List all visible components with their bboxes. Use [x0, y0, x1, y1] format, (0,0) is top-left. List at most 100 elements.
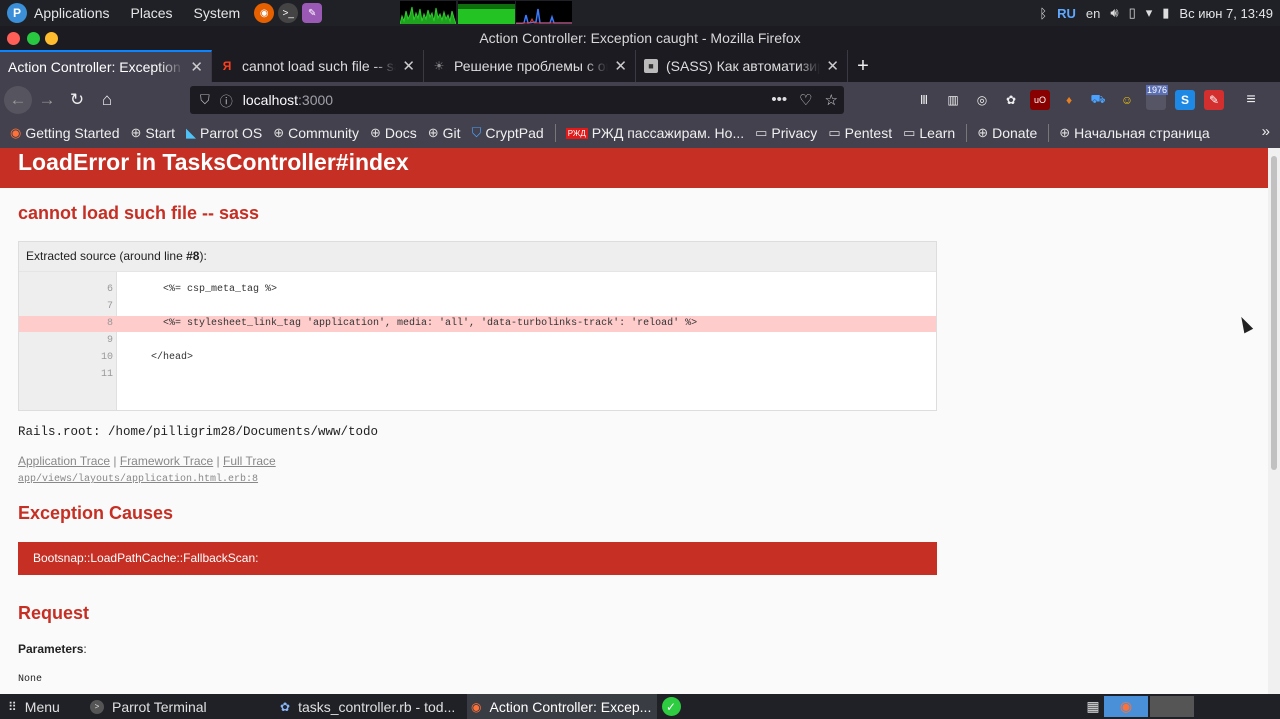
bookmark-rzd[interactable]: РЖД РЖД пассажирам. Но... [565, 125, 744, 141]
bookmark-privacy[interactable]: ▭ Privacy [755, 125, 817, 141]
sidebar-icon[interactable]: ▥ [943, 90, 963, 110]
bookmark-docs[interactable]: ⊕ Docs [370, 125, 417, 141]
bluetooth-icon[interactable]: ᛒ [1039, 6, 1047, 21]
taskbar-item-editor[interactable]: ✿ tasks_controller.rb - tod... [280, 694, 465, 719]
pdf-extension-icon[interactable]: ✎ [1204, 90, 1224, 110]
bookmark-parrot-os[interactable]: ◣ Parrot OS [186, 125, 262, 141]
request-heading: Request [18, 603, 90, 623]
full-trace-link[interactable]: Full Trace [223, 454, 276, 468]
url-bar[interactable]: ⛉ ⓘ localhost:3000 ••• ♡ ☆ [190, 86, 844, 114]
bookmark-git[interactable]: ⊕ Git [428, 125, 461, 141]
close-tab-icon[interactable]: ✕ [826, 57, 839, 75]
globe-icon: ⊕ [273, 125, 285, 140]
keyboard-layout-indicator[interactable]: RU [1057, 6, 1076, 21]
start-menu-button[interactable]: ⠿ Menu [8, 694, 88, 719]
bookmark-start[interactable]: ⊕ Start [131, 125, 175, 141]
tab-problem-solution[interactable]: ☀ Решение проблемы с ошибкой ✕ [424, 50, 636, 82]
counter-extension-icon[interactable]: 1976 [1146, 85, 1169, 110]
workspace-1[interactable]: ◉ [1104, 696, 1148, 717]
maximize-window-icon[interactable] [27, 32, 40, 45]
more-bookmarks-chevron-icon[interactable]: » [1262, 123, 1270, 140]
bookmark-label: Parrot OS [200, 125, 263, 141]
bookmark-label: Getting Started [25, 125, 120, 141]
trace-links: Application Trace | Framework Trace | Fu… [18, 454, 276, 468]
check-status-icon[interactable]: ✓ [660, 696, 682, 717]
page-scrollbar[interactable] [1268, 148, 1280, 694]
extension-face-icon[interactable]: ☺ [1117, 90, 1137, 110]
battery-icon[interactable]: ▮ [1162, 5, 1169, 21]
volume-icon[interactable]: 🔊︎ [1110, 5, 1118, 21]
system-panel: P Applications Places System ◉ >_ ✎ ᛒ RU… [0, 0, 1280, 26]
bookmark-star-icon[interactable]: ☆ [825, 91, 838, 109]
workspace-2[interactable] [1150, 696, 1194, 717]
firefox-launcher-icon[interactable]: ◉ [254, 3, 275, 23]
library-icon[interactable]: Ⅲ [914, 90, 934, 110]
url-text[interactable]: localhost:3000 [243, 92, 333, 108]
source-heading: Extracted source (around line #8): [19, 242, 936, 272]
bookmark-donate[interactable]: ⊕ Donate [977, 125, 1037, 141]
bookmark-getting-started[interactable]: ◉ Getting Started [10, 125, 120, 141]
language-indicator[interactable]: en [1086, 6, 1100, 21]
tab-sass-automation[interactable]: ■ (SASS) Как автоматизировать ✕ [636, 50, 848, 82]
site-favicon-icon: ☀ [433, 59, 445, 73]
workspace-switcher-icon[interactable]: ▦ [1082, 696, 1104, 717]
skype-extension-icon[interactable]: S [1175, 90, 1195, 110]
trace-path-link[interactable]: app/views/layouts/application.html.erb:8 [18, 474, 258, 485]
clock[interactable]: Вс июн 7, 13:49 [1179, 6, 1273, 21]
tab-yandex-search[interactable]: Я cannot load such file -- sass ✕ [212, 50, 424, 82]
extension-fox-icon[interactable]: ♦ [1059, 90, 1079, 110]
scrollbar-thumb[interactable] [1271, 156, 1277, 470]
parameters-label-text: Parameters [18, 642, 84, 656]
bookmark-start-page[interactable]: ⊕ Начальная страница [1059, 125, 1209, 141]
applications-menu[interactable]: Applications [34, 5, 110, 21]
notifications-icon[interactable]: ▯ [1129, 5, 1136, 21]
text-editor-launcher-icon[interactable]: ✎ [302, 3, 323, 23]
cryptpad-icon: ⛉ [471, 125, 482, 140]
exception-causes-heading: Exception Causes [18, 503, 174, 523]
pocket-icon[interactable]: ♡ [799, 91, 812, 109]
bookmark-label: Start [145, 125, 175, 141]
parrot-logo-icon[interactable]: P [7, 3, 27, 23]
reload-button[interactable]: ↻ [62, 85, 92, 115]
bookmark-label: Community [288, 125, 359, 141]
firefox-icon: ◉ [471, 699, 482, 714]
close-tab-icon[interactable]: ✕ [402, 57, 415, 75]
bookmark-learn[interactable]: ▭ Learn [903, 125, 955, 141]
system-menu[interactable]: System [194, 5, 241, 21]
bookmark-cryptpad[interactable]: ⛉ CryptPad [472, 125, 544, 141]
framework-trace-link[interactable]: Framework Trace [120, 454, 213, 468]
minimize-window-icon[interactable] [45, 32, 58, 45]
shield-icon[interactable]: ⛉ [200, 92, 210, 108]
exception-cause-toggle[interactable]: Bootsnap::LoadPathCache::FallbackScan: [18, 542, 937, 575]
toolbar-extensions: Ⅲ ▥ ◎ ✿ uO ♦ ⛟ ☺ 1976 S ✎ ≡ [914, 85, 1261, 114]
url-host: localhost [242, 92, 299, 108]
terminal-launcher-icon[interactable]: >_ [278, 3, 299, 23]
wifi-icon[interactable]: ▾ [1146, 5, 1153, 21]
taskbar-item-terminal[interactable]: > Parrot Terminal [90, 694, 275, 719]
tab-action-controller[interactable]: Action Controller: Exception ✕ [0, 50, 212, 82]
new-tab-button[interactable]: + [848, 50, 878, 82]
shopping-cart-icon[interactable]: ⛟ [1088, 90, 1108, 110]
tab-title: (SASS) Как автоматизировать [666, 58, 820, 74]
hamburger-menu-icon[interactable]: ≡ [1241, 90, 1261, 110]
source-heading-prefix: Extracted source (around line [26, 249, 187, 263]
close-tab-icon[interactable]: ✕ [614, 57, 627, 75]
bookmark-label: CryptPad [485, 125, 544, 141]
rzd-icon: РЖД [565, 127, 588, 139]
home-button[interactable]: ⌂ [92, 85, 122, 115]
account-icon[interactable]: ◎ [972, 90, 992, 110]
taskbar-item-firefox[interactable]: ◉ Action Controller: Excep... [467, 694, 657, 719]
forward-button[interactable]: → [32, 85, 62, 115]
bookmark-pentest[interactable]: ▭ Pentest [828, 125, 892, 141]
places-menu[interactable]: Places [131, 5, 173, 21]
info-icon[interactable]: ⓘ [220, 91, 233, 110]
extension-cookie-icon[interactable]: ✿ [1001, 90, 1021, 110]
close-window-icon[interactable] [7, 32, 20, 45]
application-trace-link[interactable]: Application Trace [18, 454, 110, 468]
page-actions-icon[interactable]: ••• [771, 91, 787, 109]
ublock-origin-icon[interactable]: uO [1030, 90, 1050, 110]
taskbar-item-label: Action Controller: Excep... [489, 698, 652, 715]
bookmark-community[interactable]: ⊕ Community [273, 125, 359, 141]
close-tab-icon[interactable]: ✕ [190, 58, 203, 76]
back-button[interactable]: ← [4, 86, 32, 114]
